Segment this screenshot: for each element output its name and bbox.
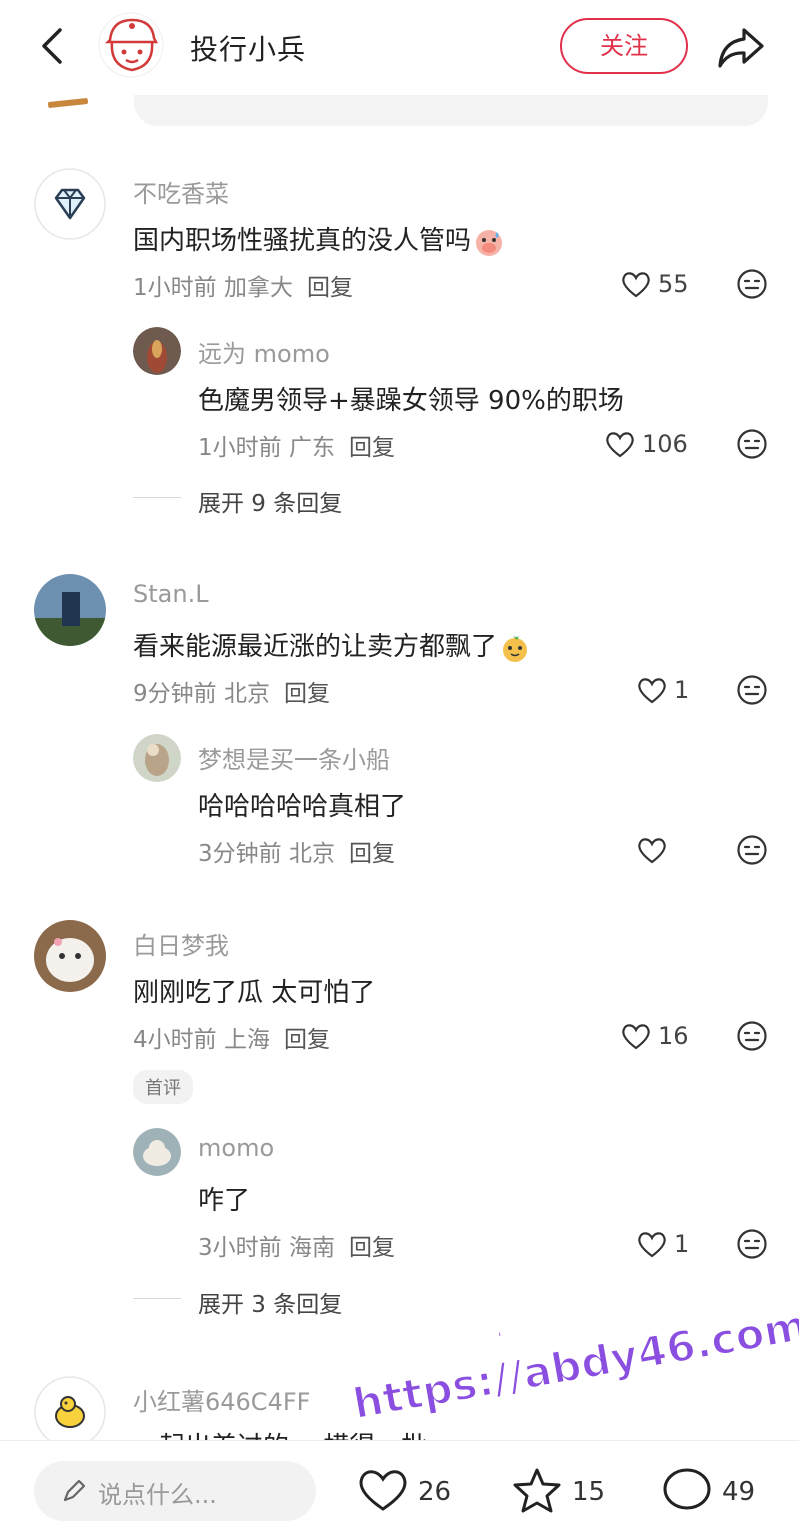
reply-button[interactable]: 回复	[349, 435, 395, 461]
first-comment-badge: 首评	[133, 1070, 193, 1104]
comment-text-content: 国内职场性骚扰真的没人管吗	[133, 226, 472, 256]
like-button[interactable]	[636, 834, 674, 866]
reply-meta: 1小时前 广东 回复	[198, 428, 395, 462]
pencil-icon	[63, 1479, 86, 1502]
heart-icon	[622, 272, 650, 298]
comment-username[interactable]: Stan.L	[133, 580, 209, 608]
avatar[interactable]	[34, 1376, 106, 1448]
back-arrow-icon[interactable]	[34, 26, 70, 66]
reply-text: 咋了	[198, 1186, 251, 1216]
comment-time-location: 9分钟前 北京	[133, 681, 270, 707]
comment-meta: 1小时前 加拿大 回复	[133, 268, 353, 302]
like-count: 106	[642, 430, 688, 458]
top-bar: 投行小兵 关注	[0, 0, 799, 95]
emoji-react-icon[interactable]	[736, 674, 768, 706]
comment-input[interactable]: 说点什么...	[34, 1461, 316, 1521]
like-stat-button[interactable]: 26	[356, 1467, 451, 1513]
reply-time-location: 3小时前 海南	[198, 1235, 335, 1261]
reply-meta: 3分钟前 北京 回复	[198, 834, 395, 868]
comment-meta: 9分钟前 北京 回复	[133, 674, 330, 708]
reply-time-location: 1小时前 广东	[198, 435, 335, 461]
comment-text: 看来能源最近涨的让卖方都飘了	[133, 626, 531, 664]
like-count: 1	[674, 1230, 690, 1258]
reply-text: 哈哈哈哈哈真相了	[198, 792, 407, 822]
reply-username[interactable]: momo	[198, 1134, 274, 1162]
follow-button[interactable]: 关注	[560, 18, 688, 74]
comment-input-placeholder: 说点什么...	[98, 1481, 217, 1509]
reply-username[interactable]: 远为 momo	[198, 334, 330, 369]
avatar[interactable]	[133, 734, 181, 782]
collect-stat-button[interactable]: 15	[510, 1467, 605, 1513]
divider	[133, 497, 181, 498]
avatar[interactable]	[133, 327, 181, 375]
author-avatar[interactable]	[98, 12, 164, 78]
expand-replies-button[interactable]: 展开 3 条回复	[198, 1285, 342, 1319]
comment-username[interactable]: 小红薯646C4FF	[133, 1382, 310, 1417]
comment-total: 49	[722, 1477, 756, 1507]
avatar[interactable]	[133, 1128, 181, 1176]
comment-text: 国内职场性骚扰真的没人管吗	[133, 220, 505, 258]
emoji-react-icon[interactable]	[736, 1228, 768, 1260]
reply-button[interactable]: 回复	[284, 681, 330, 707]
reply-button[interactable]: 回复	[349, 841, 395, 867]
previous-content-fragment	[47, 97, 89, 109]
emoji-react-icon[interactable]	[736, 268, 768, 300]
collect-total: 15	[572, 1477, 606, 1507]
emoji-react-icon[interactable]	[736, 428, 768, 460]
comment-username[interactable]: 白日梦我	[133, 926, 229, 961]
bottom-action-bar: 说点什么... 26 15 49	[0, 1440, 799, 1521]
emoji-react-icon[interactable]	[736, 1020, 768, 1052]
heart-icon	[622, 1024, 650, 1050]
like-count: 16	[658, 1022, 689, 1050]
comment-meta: 4小时前 上海 回复	[133, 1020, 330, 1054]
reply-username[interactable]: 梦想是买一条小船	[198, 740, 390, 775]
avatar[interactable]	[34, 920, 106, 992]
emoji-react-icon[interactable]	[736, 834, 768, 866]
comment-text-content: 看来能源最近涨的让卖方都飘了	[133, 632, 498, 662]
comment-text: 刚刚吃了瓜 太可怕了	[133, 978, 376, 1008]
reply-time-location: 3分钟前 北京	[198, 841, 335, 867]
comment-bubble-icon	[663, 1468, 711, 1510]
reply-button[interactable]: 回复	[349, 1235, 395, 1261]
like-count: 1	[674, 676, 690, 704]
doge-emoji-icon	[503, 635, 528, 662]
like-total: 26	[418, 1477, 452, 1507]
like-button[interactable]: 1	[636, 1228, 689, 1260]
heart-icon	[638, 1232, 666, 1258]
author-name[interactable]: 投行小兵	[190, 28, 306, 68]
reply-meta: 3小时前 海南 回复	[198, 1228, 395, 1262]
heart-icon	[638, 838, 666, 864]
expand-replies-button[interactable]: 展开 9 条回复	[198, 484, 342, 518]
heart-icon	[606, 432, 634, 458]
crying-emoji-icon	[476, 229, 503, 256]
share-icon[interactable]	[716, 24, 766, 70]
like-button[interactable]: 55	[620, 268, 689, 300]
heart-icon	[359, 1470, 407, 1511]
heart-icon	[638, 678, 666, 704]
like-count: 55	[658, 270, 689, 298]
avatar[interactable]	[34, 168, 106, 240]
divider	[133, 1298, 181, 1299]
star-icon	[513, 1468, 561, 1513]
comment-time-location: 1小时前 加拿大	[133, 275, 293, 301]
like-button[interactable]: 1	[636, 674, 689, 706]
reply-button[interactable]: 回复	[284, 1027, 330, 1053]
comment-time-location: 4小时前 上海	[133, 1027, 270, 1053]
like-button[interactable]: 106	[604, 428, 688, 460]
comment-stat-button[interactable]: 49	[660, 1467, 755, 1513]
avatar[interactable]	[34, 574, 106, 646]
reply-text: 色魔男领导+暴躁女领导 90%的职场	[198, 386, 624, 416]
comment-username[interactable]: 不吃香菜	[133, 174, 229, 209]
like-button[interactable]: 16	[620, 1020, 689, 1052]
reply-button[interactable]: 回复	[307, 275, 353, 301]
